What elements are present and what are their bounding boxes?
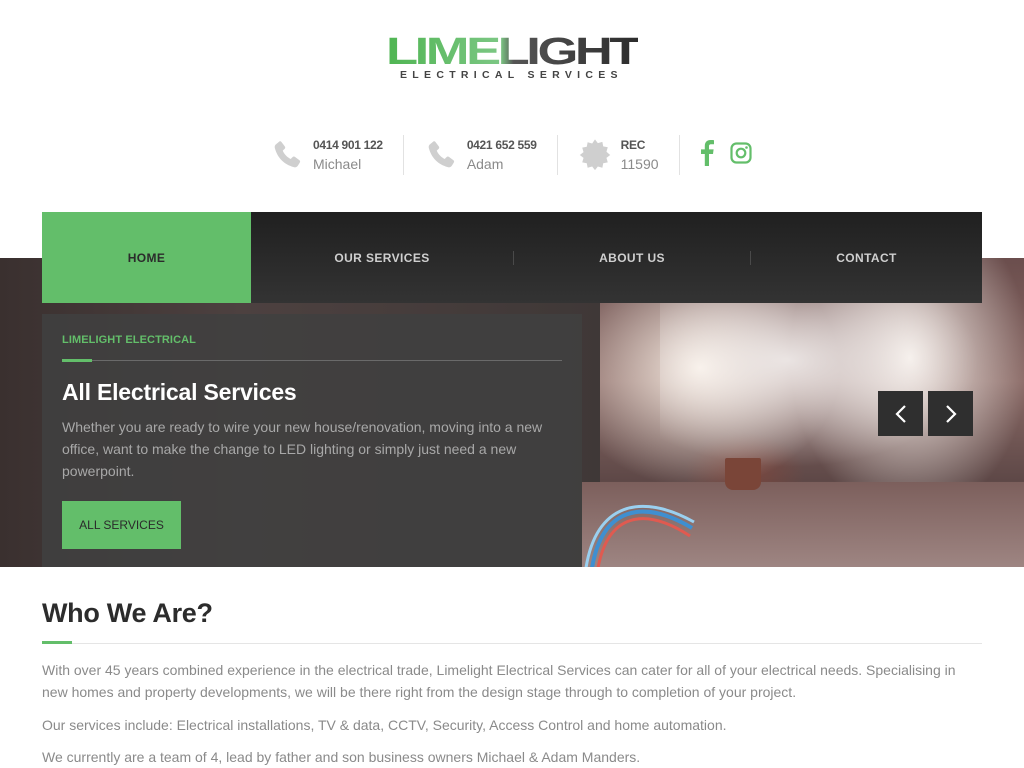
who-we-are-section: Who We Are? With over 45 years combined …	[42, 598, 982, 768]
hero-eyebrow: LIMELIGHT ELECTRICAL	[62, 334, 196, 346]
section-divider	[42, 641, 982, 644]
nav-item-about-us[interactable]: ABOUT US	[514, 212, 750, 303]
hero-slider: LIMELIGHT ELECTRICAL All Electrical Serv…	[0, 258, 1024, 567]
social-links	[700, 139, 752, 171]
contact-name: Adam	[466, 156, 504, 172]
rec-number: 11590	[620, 156, 659, 172]
divider	[678, 135, 680, 175]
hero-background-cables	[584, 504, 695, 567]
facebook-icon[interactable]	[700, 139, 714, 171]
instagram-icon[interactable]	[729, 141, 752, 169]
logo-wordmark: LIMELIGHT	[386, 33, 638, 67]
hero-title: All Electrical Services	[62, 379, 297, 405]
nav-item-our-services[interactable]: OUR SERVICES	[251, 212, 513, 303]
contact-adam[interactable]: 0421 652 559 Adam	[424, 134, 537, 176]
hero-divider	[62, 359, 562, 362]
hero-background-plant-pot	[725, 458, 761, 490]
divider	[402, 135, 404, 175]
contact-bar: 0414 901 122 Michael 0421 652 559 Adam R…	[270, 134, 752, 176]
chevron-right-icon	[945, 404, 957, 423]
hero-description: Whether you are ready to wire your new h…	[62, 419, 543, 479]
section-title: Who We Are?	[42, 598, 213, 628]
contact-rec: REC 11590	[578, 134, 659, 176]
about-paragraph: With over 45 years combined experience i…	[42, 662, 956, 700]
phone-icon	[274, 141, 301, 168]
contact-name: Michael	[313, 156, 362, 172]
divider	[556, 135, 558, 175]
svg-text:LIMELIGHT: LIMELIGHT	[386, 33, 638, 67]
phone-icon	[428, 141, 454, 168]
nav-item-contact[interactable]: CONTACT	[751, 212, 982, 303]
about-paragraph: Our services include: Electrical install…	[42, 717, 727, 733]
contact-number: 0421 652 559	[466, 138, 537, 152]
logo-tagline: ELECTRICAL SERVICES	[400, 69, 623, 81]
contact-michael[interactable]: 0414 901 122 Michael	[270, 134, 383, 176]
main-nav: HOME OUR SERVICES ABOUT US CONTACT	[42, 212, 982, 303]
logo[interactable]: LIMELIGHT ELECTRICAL SERVICES	[386, 33, 638, 81]
about-paragraph: We currently are a team of 4, lead by fa…	[42, 749, 641, 765]
hero-background-window	[660, 288, 980, 468]
contact-number: 0414 901 122	[313, 138, 383, 152]
nav-item-home[interactable]: HOME	[42, 212, 251, 303]
hero-caption-panel: LIMELIGHT ELECTRICAL All Electrical Serv…	[42, 314, 582, 567]
slider-next-button[interactable]	[928, 391, 973, 436]
slider-prev-button[interactable]	[878, 391, 923, 436]
all-services-button[interactable]: ALL SERVICES	[62, 501, 181, 549]
badge-icon	[579, 139, 610, 171]
rec-label: REC	[620, 138, 646, 152]
chevron-left-icon	[894, 404, 906, 423]
